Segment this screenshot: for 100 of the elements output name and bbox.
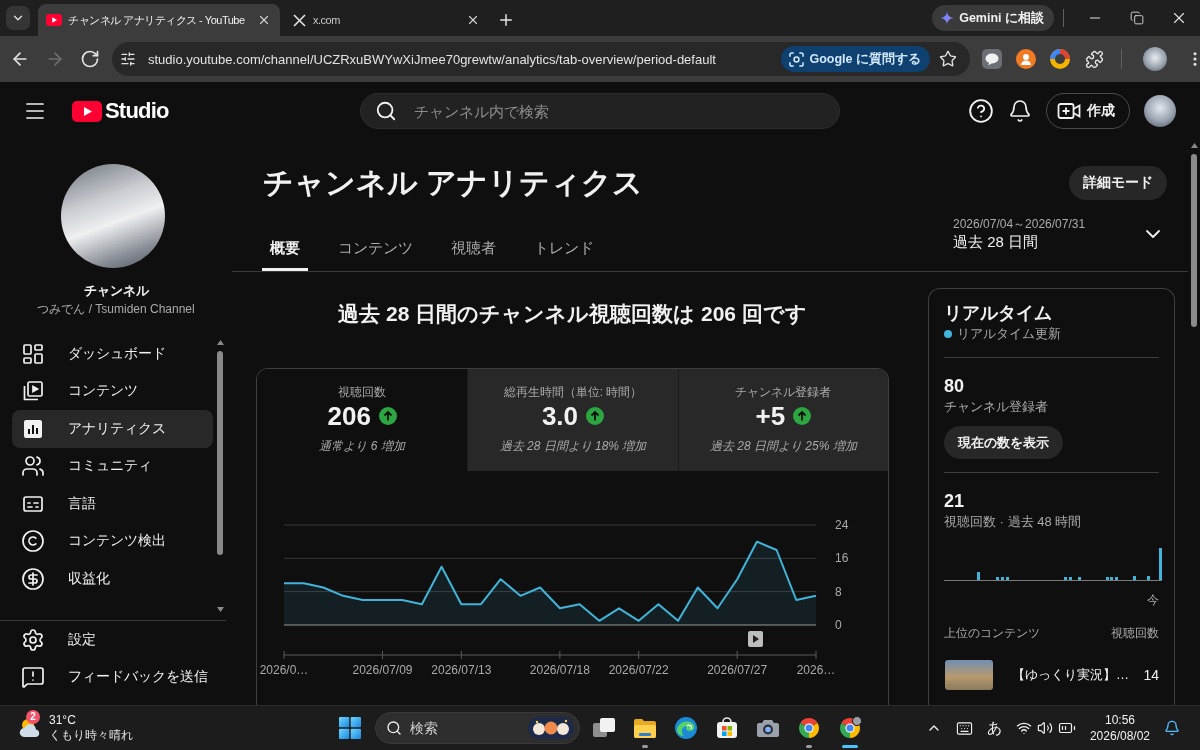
search-field[interactable]: チャンネル内で検索 [360,93,840,129]
show-count-button[interactable]: 現在の数を表示 [944,426,1063,459]
cross-favicon-icon [292,13,306,27]
play-button-icon[interactable] [748,631,763,647]
metric-label: 総再生時間（単位: 時間） [503,384,643,400]
play-logo-icon[interactable] [72,100,102,122]
axis-label: 2026/07/09 [352,663,413,677]
axis-label: 2026/07/13 [431,663,492,677]
tab-search-button[interactable] [6,6,30,30]
sidebar-item[interactable]: 設定 [12,621,213,659]
views-bar [1069,577,1072,580]
clock-time[interactable]: 10:56 [1104,712,1135,728]
video-title[interactable]: 【ゆっくり実況】… [1012,666,1144,684]
start-icon[interactable] [338,717,361,739]
video-thumbnail[interactable] [945,660,993,690]
browser-tab[interactable]: x.com [283,4,489,36]
sidebar-item[interactable]: コンテンツ [12,372,213,410]
metric-label: チャンネル登録者 [735,384,832,400]
dashboard-icon [21,341,45,366]
dollar-circle-icon [21,566,45,591]
sidebar-item[interactable]: コミュニティ [12,447,213,485]
realtime-status: リアルタイム更新 [957,325,1061,343]
views-bar [1147,576,1150,580]
task-view-icon[interactable] [592,717,616,739]
sidebar-item[interactable]: アナリティクス [12,410,213,448]
avatar-photo[interactable] [1144,95,1176,127]
page-tab[interactable]: トレンド [526,216,602,271]
settings-icon [21,627,45,652]
temperature[interactable]: 31°C [49,713,133,728]
axis-label: 2026… [796,663,836,677]
views-bar [1133,576,1136,580]
help-icon[interactable] [968,98,994,124]
scroll-up-icon[interactable] [1190,143,1198,148]
address-bar[interactable]: studio.youtube.com/channel/UCZRxuBWYwXiJmee70grewtw/analytics/tab-overview/period-default Google に質問する [112,42,970,76]
sidebar-item[interactable]: 収益化 [12,560,213,598]
gemini-button[interactable]: Gemini に相談 [932,5,1054,31]
bookmark-star-icon[interactable] [939,50,957,68]
stat-label: 視聴回数 · 過去 48 時間 [944,513,1082,531]
view-count: 14 [1143,666,1159,684]
metric-note: 過去 28 日間より 25% 増加 [709,438,857,454]
page-tab[interactable]: コンテンツ [330,216,421,271]
folder-icon[interactable] [633,717,657,739]
metric-tab[interactable]: 総再生時間（単位: 時間） 3.0 過去 28 日間より 18% 増加 [467,369,678,471]
notifications-icon[interactable] [1008,99,1032,123]
round-browser-profile-icon[interactable] [838,716,862,740]
sidebar-item[interactable]: コンテンツ検出 [12,522,213,560]
new-tab-icon[interactable] [497,11,515,29]
keyboard-icon[interactable] [955,719,973,737]
scrollbar-thumb[interactable] [217,351,223,555]
wifi-icon[interactable] [1015,720,1032,736]
sidebar-item[interactable]: 言語 [12,485,213,523]
sidebar-item[interactable]: ダッシュボード [12,335,213,373]
wave-browser-icon[interactable] [674,716,698,740]
sidebar-item[interactable]: フィードバックを送信 [12,658,213,696]
scroll-up-icon[interactable] [216,340,224,345]
ask-google-chip[interactable]: Google に質問する [781,46,930,72]
close-icon[interactable] [257,13,271,27]
close-icon[interactable] [466,13,480,27]
metric-value: +5 [755,401,786,431]
weather-condition[interactable]: くもり時々晴れ [49,728,133,743]
input-mode-indicator[interactable]: あ [986,719,1002,737]
views-bar [1115,577,1118,580]
chat-bubble-icon[interactable] [982,49,1002,69]
scroll-down-icon[interactable] [216,607,224,612]
copyright-icon [21,529,45,554]
profile-photo[interactable] [1143,47,1167,71]
shopping-bag-icon[interactable] [716,717,738,739]
metric-label: 視聴回数 [338,384,387,400]
extensions-icon[interactable] [1084,49,1104,69]
metric-note: 過去 28 日間より 18% 増加 [499,438,647,454]
page-tab[interactable]: 視聴者 [443,216,504,271]
period-dropdown[interactable]: 2026/07/04～2026/07/31 過去 28 日間 [953,216,1165,252]
browser-tab[interactable]: チャンネル アナリティクス - YouTube [38,4,280,36]
metric-tab[interactable]: チャンネル登録者 +5 過去 28 日間より 25% 増加 [677,369,888,471]
notifications-icon[interactable] [1164,720,1180,736]
ring-icon[interactable] [1050,49,1070,69]
axis-label: 今 [1147,592,1159,608]
axis-label: 2026/07/22 [608,663,669,677]
play-favicon-icon [46,14,62,26]
speaker-icon[interactable] [1036,720,1053,736]
live-dot-icon [944,330,952,338]
notification-badge: 2 [26,710,40,724]
lens-icon [789,51,805,67]
search-icon [375,100,397,122]
site-settings-icon[interactable] [120,51,136,67]
restore-icon[interactable] [1130,11,1144,25]
logo-text[interactable]: Studio [105,98,169,124]
clock-date[interactable]: 2026/08/02 [1089,728,1150,744]
scrollbar-thumb[interactable] [1191,154,1197,327]
reload-icon[interactable] [80,49,100,69]
views-bar [977,572,980,580]
feedback-icon [21,665,45,690]
views-bar [1001,577,1004,580]
axis-label: 8 [835,584,842,599]
axis-label: 0 [835,618,842,632]
page-tab[interactable]: 概要 [262,216,308,271]
camera-icon[interactable] [756,718,780,738]
person-circle-icon[interactable] [1016,49,1036,69]
round-browser-icon[interactable] [797,716,821,740]
advanced-mode-button[interactable]: 詳細モード [1069,166,1167,200]
